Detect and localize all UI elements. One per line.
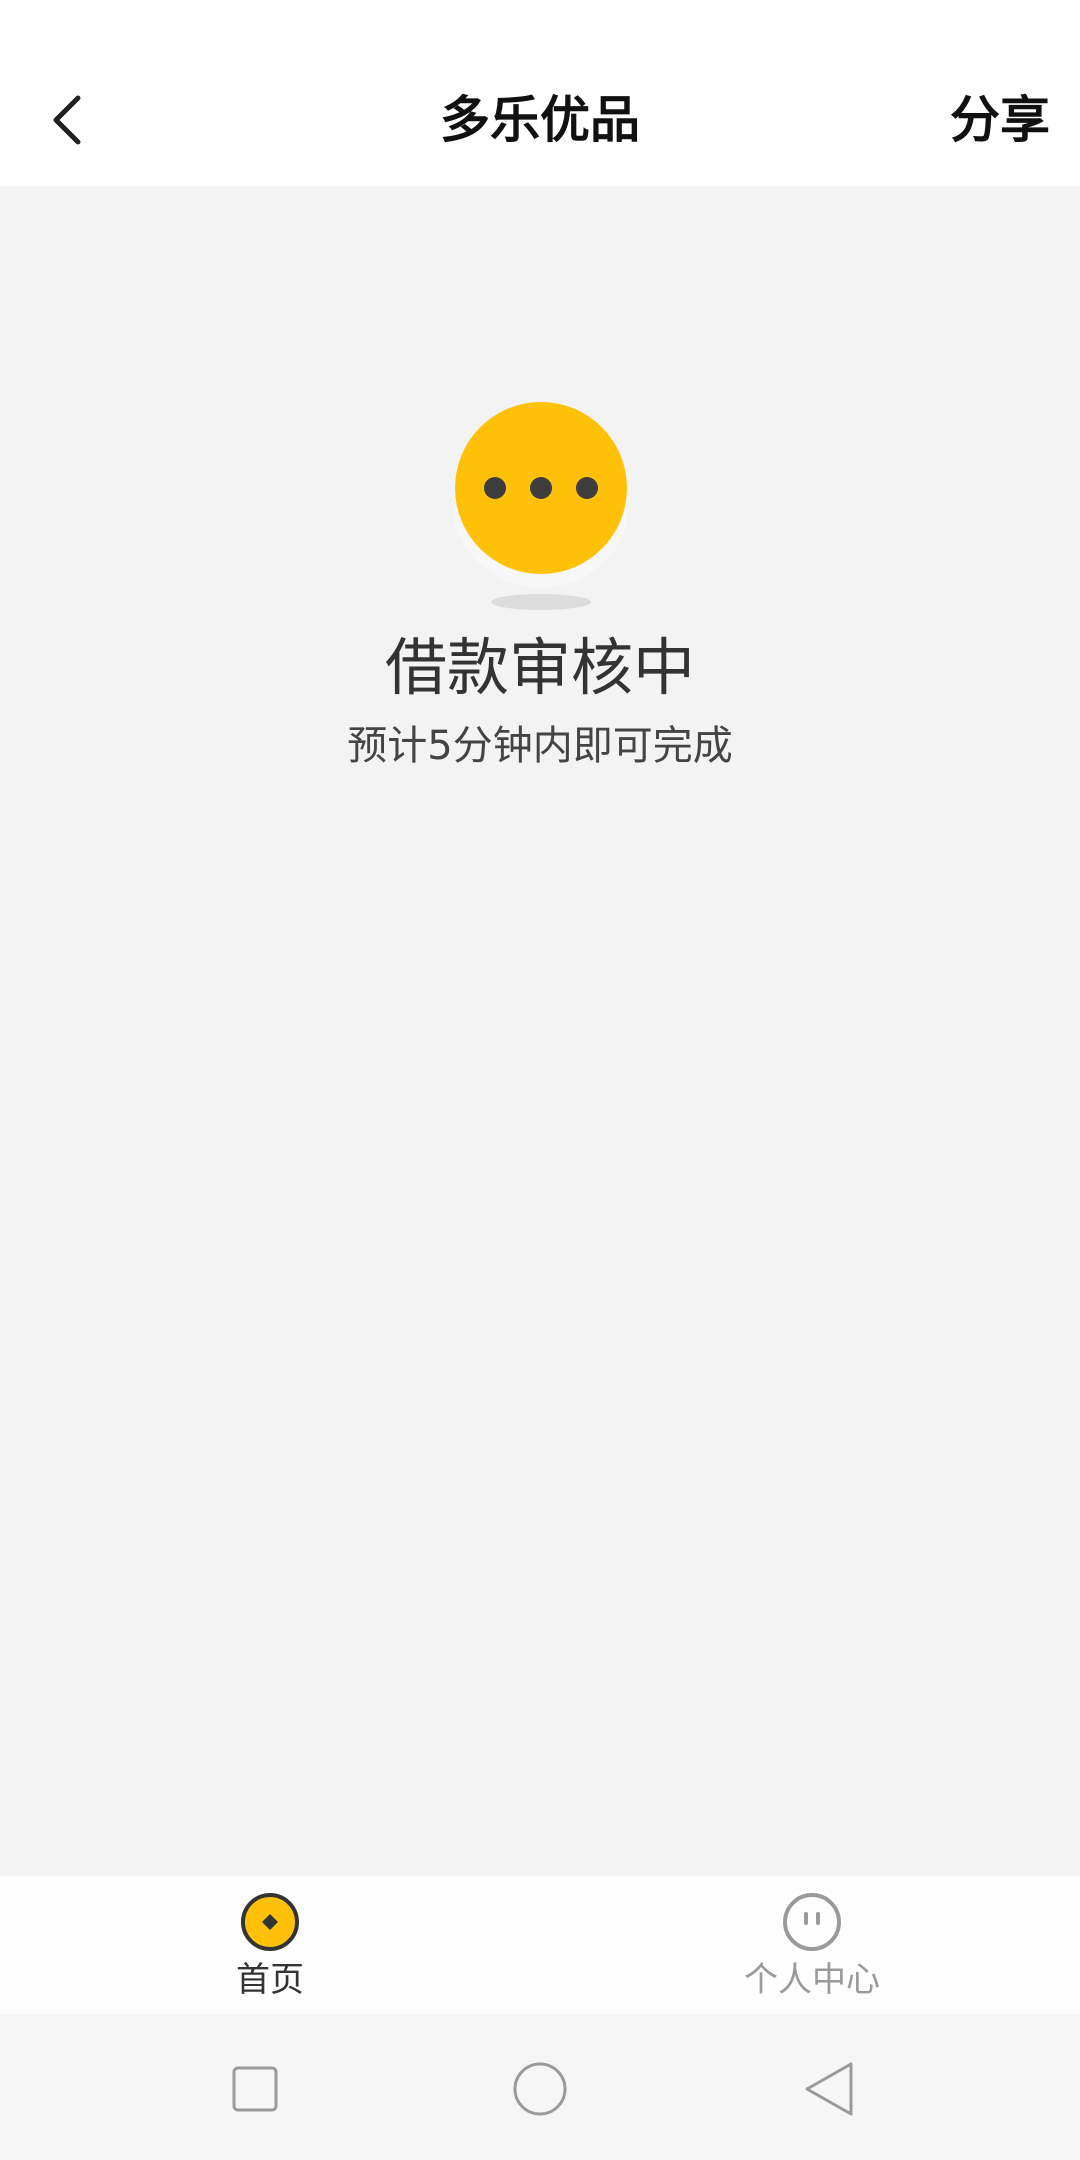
tab-profile[interactable]: 个人中心 [662,1876,962,2014]
top-app-bar: 多乐优品 分享 [0,0,1080,186]
tab-home-label: 首页 [236,1960,304,2000]
system-navigation-bar [0,2014,1080,2160]
coin-icon [241,1893,299,1951]
home-nav-button[interactable] [505,2054,575,2124]
status-illustration [451,402,631,612]
status-subtitle: 预计5分钟内即可完成 [347,723,733,769]
recent-apps-icon [232,2066,278,2112]
home-circle-icon [513,2062,567,2116]
face-icon [783,1893,841,1951]
tab-profile-label: 个人中心 [744,1960,880,2000]
recent-apps-button[interactable] [220,2054,290,2124]
pending-dots-icon [451,402,631,610]
page-title: 多乐优品 [440,91,640,149]
back-nav-button[interactable] [795,2054,865,2124]
back-triangle-icon [805,2062,853,2116]
share-button[interactable]: 分享 [950,84,1050,156]
status-title: 借款审核中 [384,631,695,704]
tab-home[interactable]: 首页 [120,1876,420,2014]
bottom-tab-bar: 首页 个人中心 [0,1876,1080,2014]
